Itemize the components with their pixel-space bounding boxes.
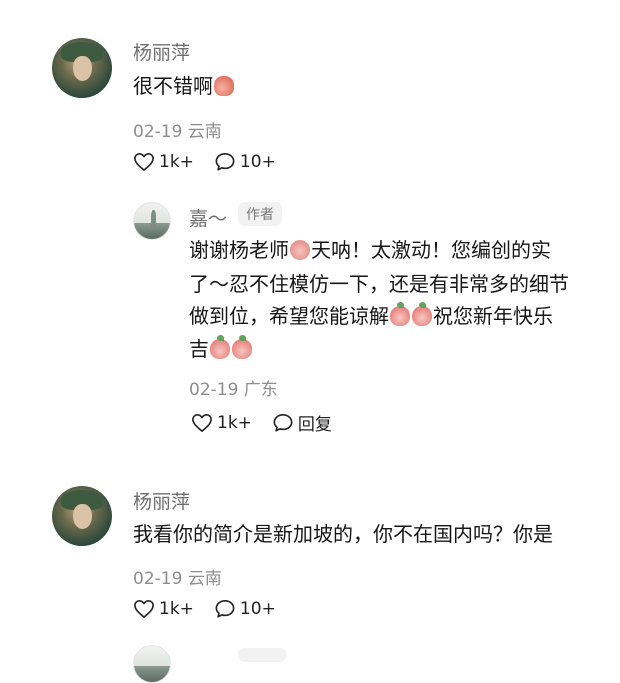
comment-actions: 1k+ 回复 — [191, 410, 352, 435]
comment-text: 很不错啊 — [133, 68, 235, 104]
peach-emoji-icon — [232, 335, 252, 359]
thumbs-up-emoji-icon — [214, 76, 234, 96]
author-badge-partial — [238, 648, 286, 662]
comment-text-line: 做到位，希望您能谅解 祝您新年快乐 — [189, 298, 553, 334]
like-button[interactable]: 1k+ — [133, 599, 194, 619]
reply-count-button[interactable]: 10+ — [214, 599, 276, 619]
text-segment: 天呐！太激动！您编创的实 — [311, 238, 551, 262]
like-count: 1k+ — [159, 152, 194, 172]
avatar[interactable] — [52, 38, 112, 98]
avatar[interactable] — [133, 202, 171, 240]
comment-text-line: 了～忍不住模仿一下，还是有非常多的细节 — [189, 272, 569, 296]
comment-text-line: 谢谢杨老师 天呐！太激动！您编创的实 — [189, 232, 551, 268]
like-button[interactable]: 1k+ — [191, 413, 252, 433]
comment-item: 杨丽萍 很不错啊 02-19 云南 1k+ 10+ — [0, 0, 620, 180]
reply-count-button[interactable]: 10+ — [214, 152, 276, 172]
comment-author[interactable]: 嘉～ — [189, 204, 227, 231]
comment-meta: 02-19 云南 — [133, 122, 222, 142]
author-badge: 作者 — [238, 202, 282, 226]
comment-actions: 1k+ 10+ — [133, 152, 296, 172]
speech-bubble-icon — [273, 413, 293, 432]
speech-bubble-icon — [215, 600, 235, 618]
comment-text: 我看你的简介是新加坡的，你不在国内吗？你是 — [133, 522, 553, 546]
peach-emoji-icon — [210, 335, 230, 359]
reply-item: 嘉～ 作者 谢谢杨老师 天呐！太激动！您编创的实 了～忍不住模仿一下，还是有非常多… — [0, 180, 620, 450]
comment-text-line: 吉 — [189, 331, 253, 367]
like-count: 1k+ — [217, 412, 252, 433]
reply-button[interactable]: 回复 — [272, 410, 332, 435]
like-button[interactable]: 1k+ — [133, 152, 194, 172]
text-segment: 吉 — [189, 337, 209, 361]
comment-item: 杨丽萍 我看你的简介是新加坡的，你不在国内吗？你是 02-19 云南 1k+ 1… — [0, 450, 620, 630]
comment-meta: 02-19 云南 — [133, 569, 222, 589]
text-segment: 祝您新年快乐 — [433, 304, 553, 328]
heart-outline-icon — [134, 600, 154, 618]
comment-author[interactable]: 杨丽萍 — [133, 487, 190, 514]
comment-actions: 1k+ 10+ — [133, 599, 296, 619]
comment-text-body: 很不错啊 — [133, 74, 213, 98]
comment-meta: 02-19 广东 — [189, 380, 278, 400]
speech-bubble-icon — [215, 153, 235, 171]
like-count: 1k+ — [159, 599, 194, 619]
text-segment: 做到位，希望您能谅解 — [189, 304, 389, 328]
heart-outline-icon — [134, 153, 154, 171]
avatar[interactable] — [133, 645, 171, 683]
avatar[interactable] — [52, 486, 112, 546]
comment-author[interactable]: 杨丽萍 — [133, 38, 190, 65]
heart-outline-icon — [192, 413, 212, 432]
reply-label: 回复 — [297, 415, 332, 435]
peach-emoji-icon — [390, 302, 410, 326]
crying-face-emoji-icon — [290, 240, 310, 260]
peach-emoji-icon — [412, 302, 432, 326]
reply-count: 10+ — [239, 599, 276, 619]
reply-count: 10+ — [239, 152, 276, 172]
text-segment: 谢谢杨老师 — [189, 238, 289, 262]
